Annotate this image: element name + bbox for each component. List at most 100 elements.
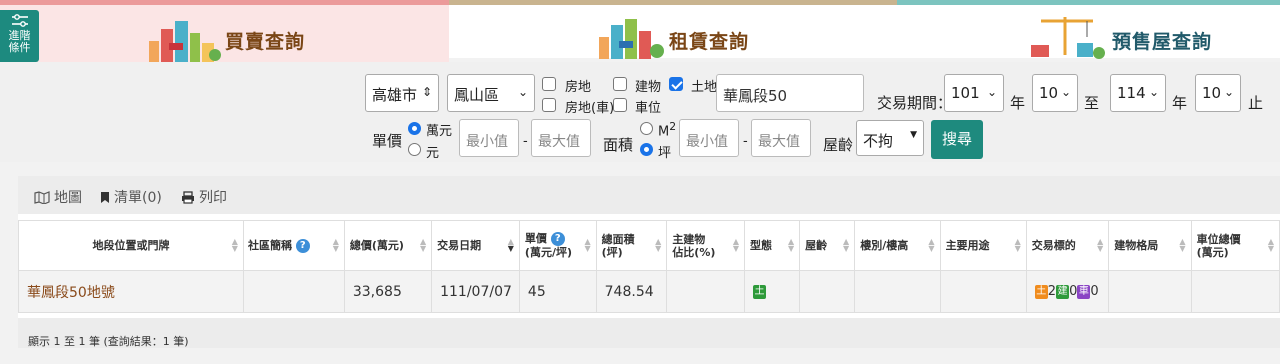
printer-icon (182, 190, 194, 204)
col-type[interactable]: 型態 ▲ ▼ (744, 220, 801, 271)
map-button[interactable]: 地圖 (34, 187, 82, 207)
col-main-ratio-label-1: 主建物 (672, 232, 706, 246)
radio-area-ping[interactable] (640, 143, 653, 156)
start-year-value: 101 (951, 84, 980, 102)
price-min-input[interactable]: 最小值 (459, 119, 519, 157)
parking-count: 0 (1090, 284, 1099, 299)
area-max-input[interactable]: 最大值 (751, 119, 811, 157)
col-location[interactable]: 地段位置或門牌 ▲ ▼ (18, 220, 244, 271)
table-header-row: 地段位置或門牌 ▲ ▼ 社區簡稱 ? ▲ ▼ 總價(萬元) ▲ ▼ 交易日期 ▲ ▼ 單價 ?(… (18, 220, 1280, 271)
col-trade-date[interactable]: 交易日期 ▲ ▼ (431, 220, 520, 271)
cell-total-area: 748.54 (595, 270, 668, 313)
city-select[interactable]: 高雄市 ⇕ (365, 74, 439, 112)
checkbox-house-land[interactable] (542, 77, 556, 91)
checkbox-building[interactable] (613, 77, 627, 91)
area-min-input[interactable]: 最小值 (679, 119, 739, 157)
col-total-price[interactable]: 總價(萬元) ▲ ▼ (343, 220, 433, 271)
building-count: 0 (1069, 284, 1078, 299)
col-usage-label: 主要用途 (945, 239, 990, 252)
map-icon (34, 190, 50, 204)
col-target-label: 交易標的 (1031, 239, 1076, 252)
end-month-select[interactable]: 10 ⌄ (1195, 74, 1241, 112)
area-label: 面積 (603, 136, 634, 154)
col-total-price-label: 總價(萬元) (349, 239, 404, 252)
results-footer: 顯示 1 至 1 筆 (查詢結果：1 筆) (18, 318, 1280, 348)
label-unit-yuan: 元 (426, 146, 440, 161)
col-usage[interactable]: 主要用途 ▲ ▼ (939, 220, 1027, 271)
chevron-down-icon: ⌄ (1060, 85, 1071, 99)
checkbox-house-land-car[interactable] (542, 98, 556, 112)
radio-unit-wan[interactable] (408, 122, 421, 135)
col-floor-label: 樓別/樓高 (860, 239, 909, 252)
col-type-label: 型態 (750, 239, 773, 252)
col-layout[interactable]: 建物格局 ▲ ▼ (1108, 220, 1192, 271)
city-select-value: 高雄市 (372, 86, 418, 104)
print-button-label: 列印 (199, 190, 227, 206)
radio-unit-yuan[interactable] (408, 143, 421, 156)
col-unit-price[interactable]: 單價 ? (萬元/坪) ▲ ▼ (518, 220, 597, 271)
price-max-input[interactable]: 最大值 (531, 119, 591, 157)
cell-community (242, 270, 345, 313)
col-parking-label-1: 車位總價 (1196, 232, 1241, 246)
col-community-label: 社區簡稱 (247, 238, 292, 252)
label-land: 土地 (691, 80, 718, 95)
label-parking: 車位 (635, 101, 662, 116)
radio-area-m2[interactable] (640, 122, 653, 135)
col-parking[interactable]: 車位總價 (萬元) ▲ ▼ (1190, 220, 1280, 271)
cell-trade-date: 111/07/07 (431, 270, 520, 313)
help-icon[interactable]: ? (295, 238, 310, 253)
label-area-m2: M2 (658, 120, 676, 139)
tab-sale[interactable]: 買賣查詢 (0, 0, 449, 62)
col-age-label: 屋齡 (805, 239, 828, 252)
search-button[interactable]: 搜尋 (931, 120, 983, 159)
tab-presale-label: 預售屋查詢 (1112, 31, 1213, 53)
start-month-select[interactable]: 10 ⌄ (1032, 74, 1078, 112)
col-age[interactable]: 屋齡 ▲ ▼ (799, 220, 856, 271)
tab-presale[interactable]: 預售屋查詢 (897, 0, 1280, 59)
table-row[interactable]: 華鳳段50地號 33,685 111/07/07 45 748.54 土 土2建… (18, 270, 1280, 313)
help-icon[interactable]: ? (550, 232, 565, 246)
col-floor[interactable]: 樓別/樓高 ▲ ▼ (854, 220, 941, 271)
col-community[interactable]: 社區簡稱 ? ▲ ▼ (242, 220, 345, 271)
col-unit-price-label-1: 單價 (524, 232, 547, 245)
results-toolbar: 地圖 清單(0) 列印 (18, 176, 1280, 214)
checkbox-land[interactable] (669, 77, 683, 91)
col-target[interactable]: 交易標的 ▲ ▼ (1025, 220, 1110, 271)
stop-label: 止 (1248, 94, 1264, 112)
cell-layout (1108, 270, 1192, 313)
page: 買賣查詢 租賃查詢 預售屋查詢 進階 條件 高雄市 ⇕ 鳳山區 ⌄ 房地 建物 … (0, 0, 1280, 364)
query-tabs: 買賣查詢 租賃查詢 預售屋查詢 (0, 0, 1280, 62)
age-select-value: 不拘 (863, 132, 894, 150)
end-year-select[interactable]: 114 ⌄ (1110, 74, 1166, 112)
sort-icon: ▲ ▼ (419, 237, 427, 253)
tab-rent[interactable]: 租賃查詢 (449, 0, 897, 59)
list-button[interactable]: 清單(0) (100, 187, 162, 207)
print-button[interactable]: 列印 (181, 187, 227, 207)
area-m2-text: M (658, 124, 670, 140)
dash-2: - (743, 134, 748, 149)
tab-rent-label: 租賃查詢 (669, 31, 750, 53)
sort-icon: ▲ ▼ (843, 237, 850, 253)
cell-location[interactable]: 華鳳段50地號 (18, 270, 244, 313)
col-main-ratio[interactable]: 主建物 佔比(%) ▲ ▼ (666, 220, 746, 271)
start-month-value: 10 (1039, 84, 1059, 102)
advanced-label-2: 條件 (8, 41, 31, 54)
district-select[interactable]: 鳳山區 ⌄ (447, 74, 535, 112)
col-location-label: 地段位置或門牌 (92, 239, 170, 252)
age-label: 屋齡 (823, 136, 854, 154)
sort-icon: ▲ ▼ (788, 237, 795, 253)
label-unit-wan: 萬元 (426, 124, 453, 139)
age-select[interactable]: 不拘 ▼ (856, 120, 924, 156)
chevron-down-icon: ⌄ (1223, 85, 1234, 99)
col-parking-label-2: (萬元) (1196, 245, 1229, 259)
start-year-select[interactable]: 101 ⌄ (944, 74, 1004, 112)
sort-icon: ▲ ▼ (1179, 237, 1186, 253)
building-target-icon: 建 (1056, 284, 1070, 299)
tab-sale-label: 買賣查詢 (225, 31, 306, 53)
advanced-filter-button[interactable]: 進階 條件 (0, 10, 39, 62)
sort-icon: ▲ ▼ (655, 237, 662, 253)
chevron-down-icon: ⌄ (1148, 85, 1159, 99)
keyword-input[interactable]: 華鳳段50 (716, 74, 864, 112)
col-total-area[interactable]: 總面積 (坪) ▲ ▼ (595, 220, 668, 271)
checkbox-parking[interactable] (613, 98, 627, 112)
